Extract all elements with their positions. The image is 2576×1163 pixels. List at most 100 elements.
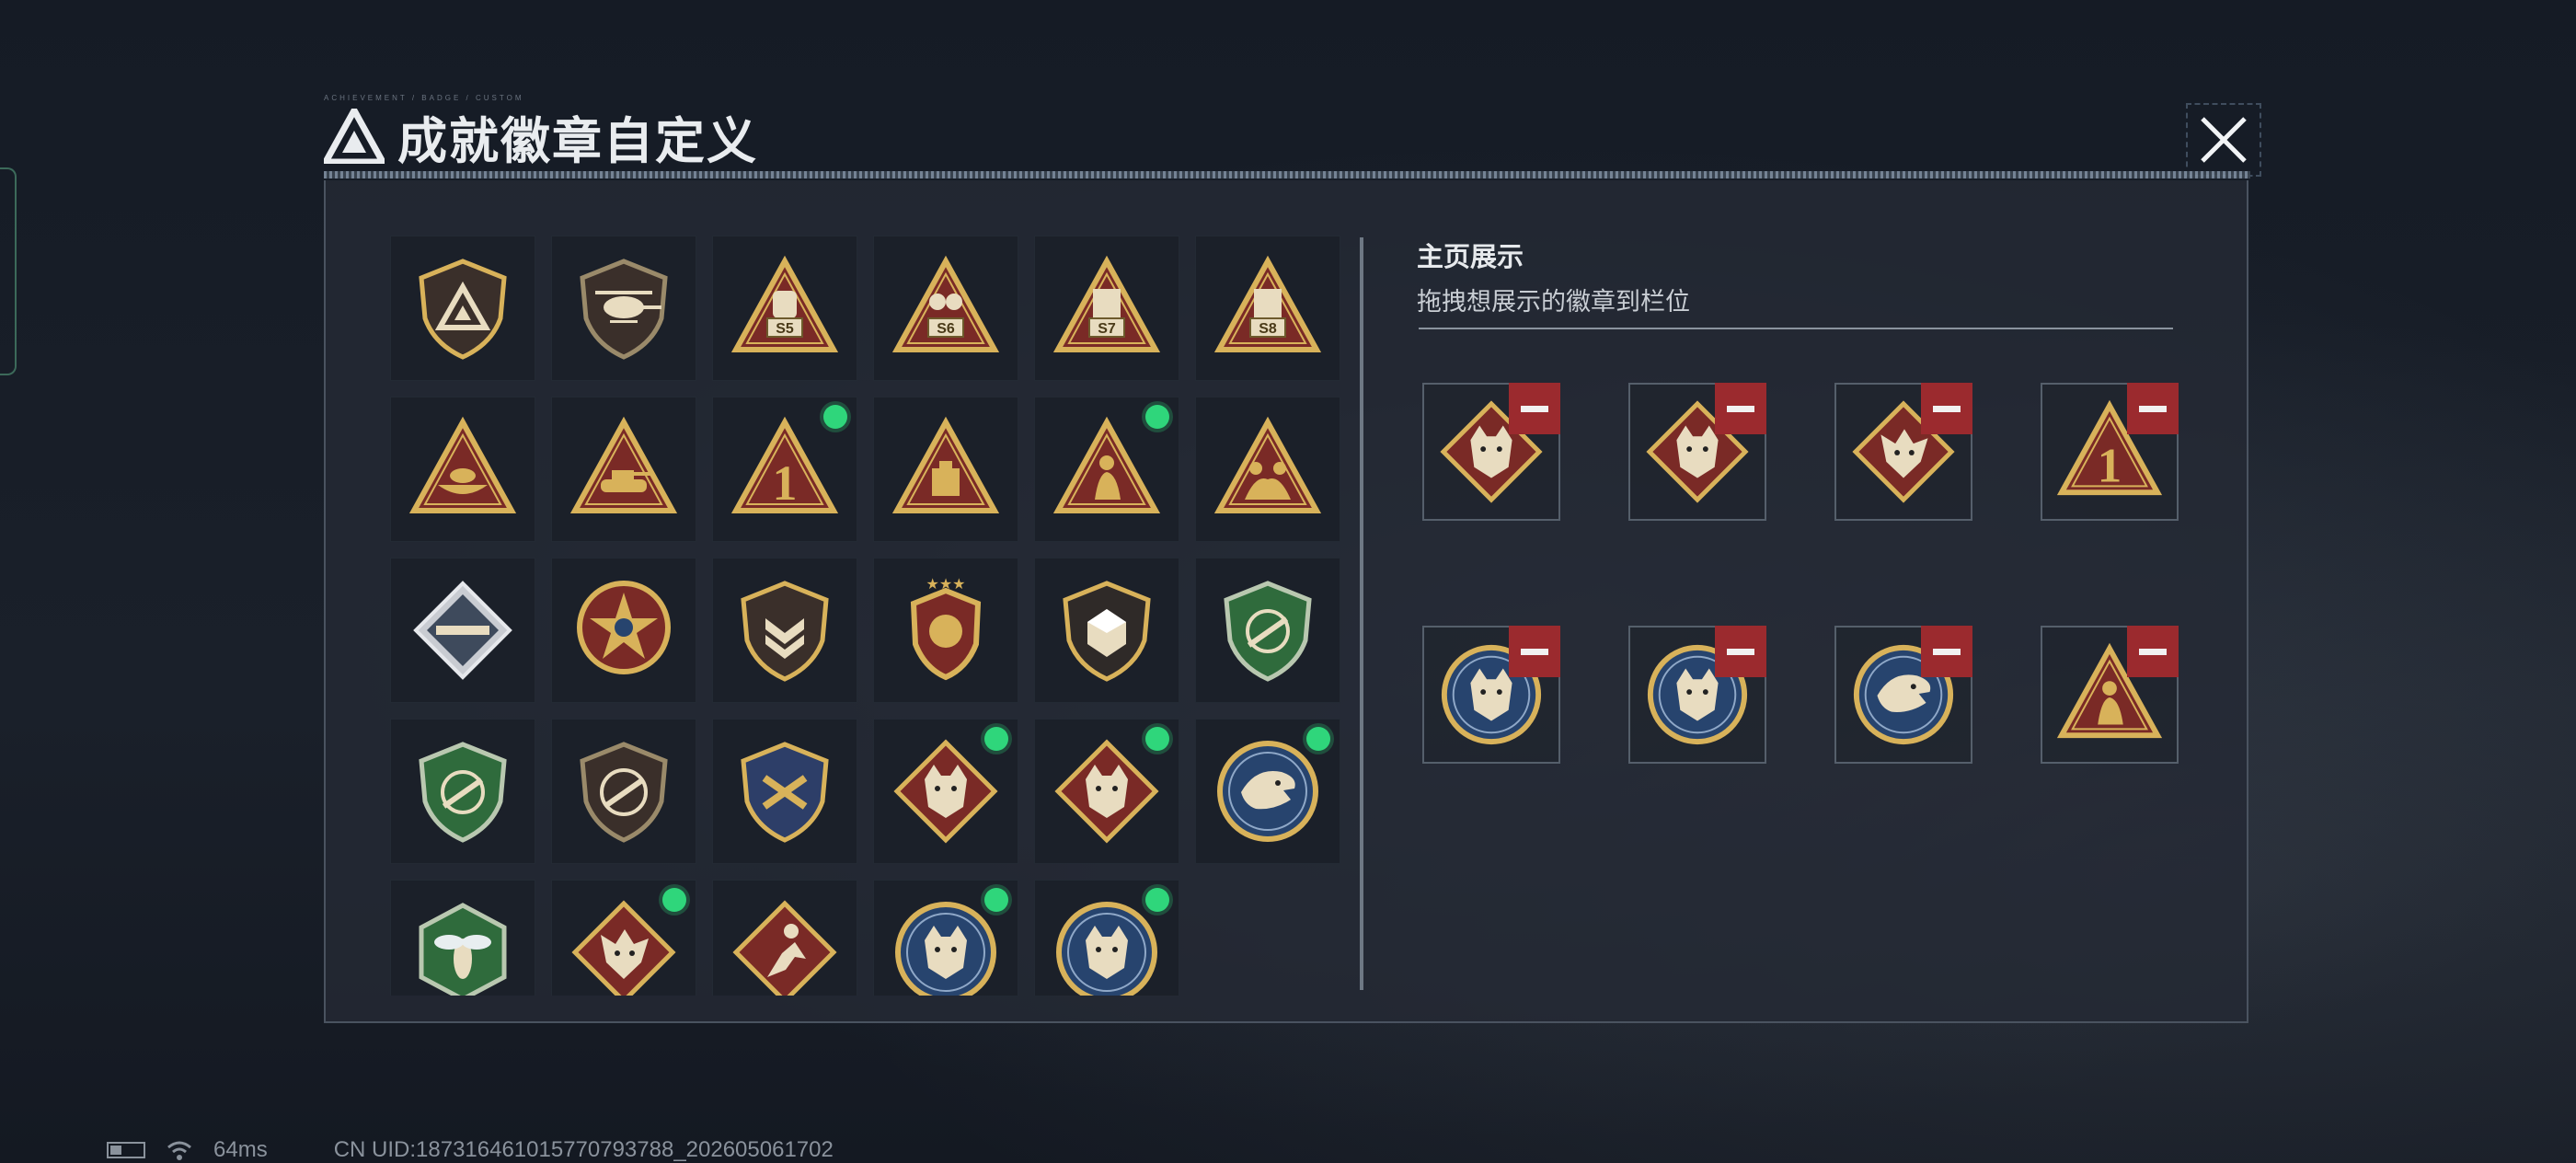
display-slot[interactable] [1628, 383, 1766, 521]
display-slot[interactable] [1628, 626, 1766, 764]
panel-divider [1360, 237, 1363, 990]
display-slot[interactable] [1422, 626, 1560, 764]
badge-cell[interactable] [1195, 397, 1340, 542]
svg-text:1: 1 [773, 455, 798, 511]
badge-cell[interactable] [873, 719, 1018, 864]
wolf-diamond-badge-icon [1054, 739, 1159, 844]
homepage-display-title: 主页展示 [1417, 241, 1524, 272]
badge-cell[interactable] [551, 719, 696, 864]
close-button[interactable] [2186, 103, 2261, 177]
badge-cell[interactable] [390, 880, 535, 996]
display-slot[interactable] [2041, 626, 2179, 764]
display-slot[interactable] [1834, 626, 1972, 764]
display-slot[interactable]: 1 [2041, 383, 2179, 521]
badge-cell[interactable]: 1 [712, 397, 857, 542]
wifi-icon [167, 1141, 191, 1160]
gold-crossed-weapons-badge-icon [741, 742, 829, 843]
runner-diamond-badge-icon [732, 900, 837, 996]
svg-text:S8: S8 [1259, 321, 1277, 337]
badge-cell[interactable] [551, 236, 696, 381]
remove-badge-button[interactable] [2127, 626, 2179, 677]
remove-badge-button[interactable] [1509, 383, 1560, 434]
badge-cell[interactable] [1034, 558, 1179, 703]
badge-cell[interactable] [1034, 880, 1179, 996]
homepage-display-underline [1419, 328, 2173, 329]
remove-badge-button[interactable] [2127, 383, 2179, 434]
new-badge-dot [984, 727, 1008, 751]
svg-text:S7: S7 [1098, 321, 1116, 337]
window-title: 成就徽章自定义 [397, 111, 758, 170]
badge-cell[interactable] [873, 880, 1018, 996]
wasp-hexagon-badge-icon [419, 903, 507, 996]
badge-cell[interactable]: S7 [1034, 236, 1179, 381]
window-title-bar: 成就徽章自定义 [324, 99, 758, 173]
badge-cell[interactable]: S5 [712, 236, 857, 381]
close-icon [2201, 117, 2247, 163]
badge-cell[interactable] [712, 719, 857, 864]
side-handle[interactable] [0, 167, 17, 375]
green-rifle-shield-badge-icon [419, 742, 507, 843]
badge-cell[interactable] [390, 558, 535, 703]
shield-delta-badge-icon [419, 259, 507, 360]
star-medal-badge-icon [577, 581, 671, 674]
s5-backpack-badge-icon: S5 [730, 255, 839, 352]
badge-cell[interactable] [1195, 719, 1340, 864]
helicopter-badge-icon [580, 259, 668, 360]
minus-icon [2139, 405, 2167, 412]
minus-icon [1933, 405, 1961, 412]
display-slot[interactable] [1422, 383, 1560, 521]
remove-badge-button[interactable] [1715, 626, 1766, 677]
new-badge-dot [984, 888, 1008, 912]
badge-cell[interactable]: S8 [1195, 236, 1340, 381]
minus-icon [1521, 648, 1548, 655]
badge-cell[interactable] [1195, 558, 1340, 703]
badge-cell[interactable] [390, 397, 535, 542]
badge-cell[interactable]: ★★★ [873, 558, 1018, 703]
minus-icon [1727, 405, 1754, 412]
remove-badge-button[interactable] [1509, 626, 1560, 677]
badge-cell[interactable] [1034, 397, 1179, 542]
badge-grid: S5 S6 S7 S8 1 ★★★ [390, 236, 1669, 996]
number-one-badge-icon: 1 [730, 416, 839, 513]
remove-badge-button[interactable] [1921, 383, 1972, 434]
new-badge-dot [662, 888, 686, 912]
remove-badge-button[interactable] [1921, 626, 1972, 677]
lynx-circle-badge-icon [1056, 902, 1157, 996]
delta-logo-icon [324, 109, 385, 164]
badge-cell[interactable] [712, 558, 857, 703]
status-bar: 64ms CN UID:18731646101577079378​8_20260… [107, 1137, 834, 1163]
display-slot[interactable] [1834, 383, 1972, 521]
lynx-circle-badge-icon [895, 902, 996, 996]
boat-badge-icon [408, 416, 517, 513]
ping-value: 64ms [213, 1137, 268, 1162]
s7-crate-badge-icon: S7 [1052, 255, 1161, 352]
eagle-circle-badge-icon [1217, 741, 1318, 842]
badge-cell[interactable] [873, 397, 1018, 542]
remove-badge-button[interactable] [1715, 383, 1766, 434]
new-badge-dot [1145, 727, 1169, 751]
svg-text:S6: S6 [937, 321, 955, 337]
user-uid: CN UID:18731646101577079378​8_2026050617… [333, 1137, 834, 1162]
svg-text:S5: S5 [776, 321, 794, 337]
badge-cell[interactable] [551, 397, 696, 542]
new-badge-dot [823, 405, 847, 429]
homepage-display-header: 主页展示 拖拽想展示的徽章到栏位 [1417, 236, 2171, 317]
new-badge-dot [1145, 405, 1169, 429]
dragon-diamond-badge-icon [571, 900, 676, 996]
badge-cell[interactable] [1034, 719, 1179, 864]
badge-cell[interactable] [551, 558, 696, 703]
badge-cell[interactable] [551, 880, 696, 996]
badge-cell[interactable]: S6 [873, 236, 1018, 381]
minus-icon [1933, 648, 1961, 655]
badge-cell[interactable] [390, 719, 535, 864]
badge-cell[interactable] [712, 880, 857, 996]
battery-icon [107, 1142, 145, 1158]
minus-icon [2139, 648, 2167, 655]
s6-armor-badge-icon: S6 [891, 255, 1000, 352]
badge-collection-scroll[interactable]: S5 S6 S7 S8 1 ★★★ [390, 236, 1669, 996]
svg-text:1: 1 [2098, 439, 2122, 492]
badge-cell[interactable] [390, 236, 535, 381]
tank-badge-icon [569, 416, 678, 513]
new-badge-dot [1145, 888, 1169, 912]
homepage-display-hint: 拖拽想展示的徽章到栏位 [1417, 288, 1690, 317]
